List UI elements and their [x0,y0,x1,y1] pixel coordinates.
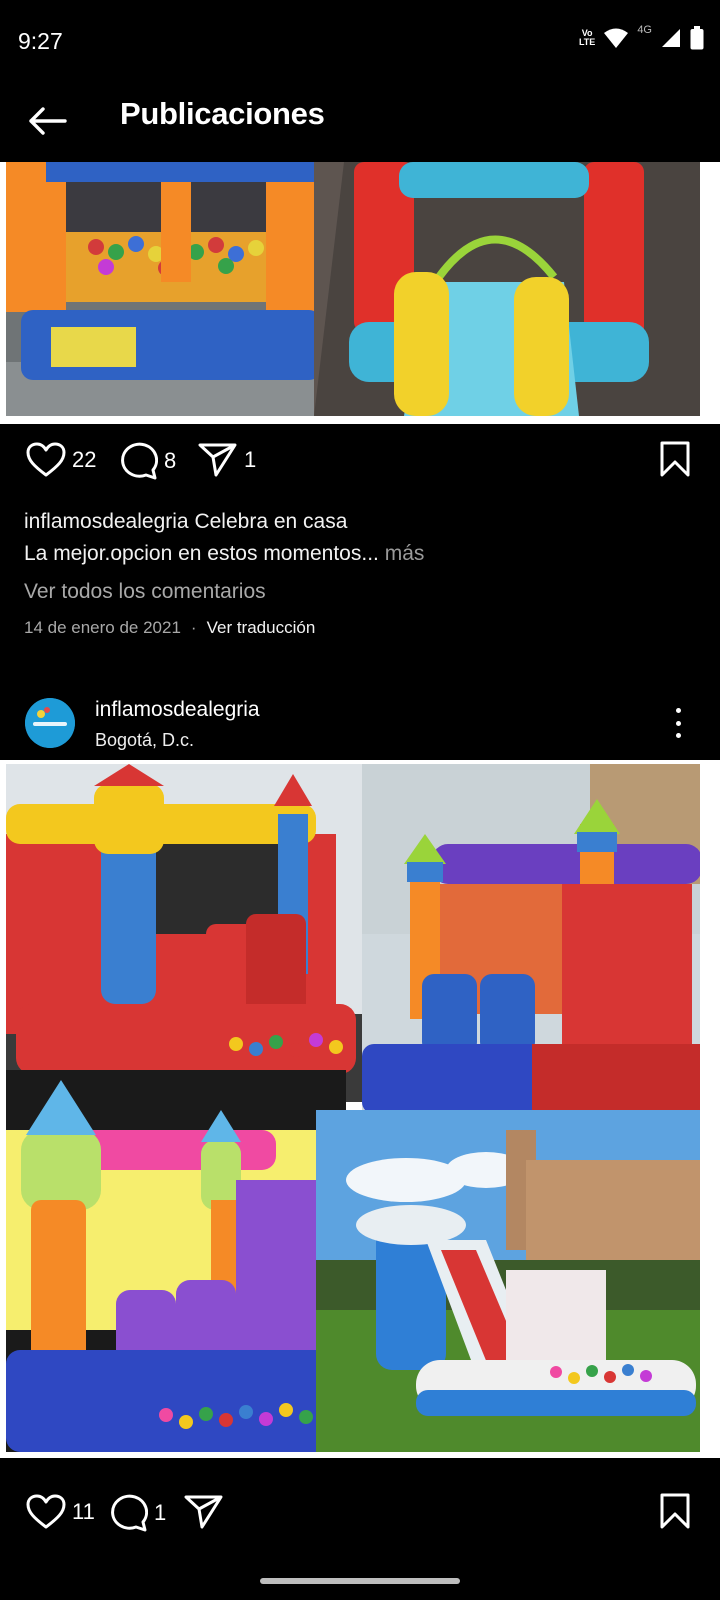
post-meta: 14 de enero de 2021 · Ver traducción [24,618,315,638]
view-all-comments-link[interactable]: Ver todos los comentarios [24,580,266,604]
like-button[interactable]: 11 [26,1494,95,1530]
comment-button[interactable]: 8 [118,442,176,480]
heart-icon [26,1494,66,1529]
meta-separator: · [190,618,197,637]
photo-tile [316,1110,700,1452]
page-title: Publicaciones [120,96,325,131]
translate-link[interactable]: Ver traducción [207,618,316,638]
comment-bubble-icon [121,442,158,480]
post-image[interactable] [0,760,720,1458]
bookmark-icon [660,441,690,477]
caption-username[interactable]: inflamosdealegria [24,510,189,533]
like-button[interactable]: 22 [26,442,96,478]
home-indicator[interactable] [260,1578,460,1584]
post-action-bar: 11 1 [0,1492,720,1568]
wifi-icon [604,28,629,48]
photo-tile [6,1070,346,1452]
post-caption: inflamosdealegria Celebra en casa [24,510,347,534]
app-header: Publicaciones [0,80,720,162]
heart-icon [26,442,66,477]
post-header: inflamosdealegria Bogotá, D.c. [0,690,720,760]
battery-icon [690,26,704,50]
share-button[interactable]: 1 [198,442,256,478]
caption-text: Celebra en casa [194,510,348,533]
back-button[interactable] [24,98,70,144]
photo-tile [362,764,700,1146]
arrow-left-icon [29,107,67,135]
comment-bubble-icon [111,1494,148,1532]
share-count: 1 [244,447,257,472]
comment-button[interactable]: 1 [108,1494,166,1532]
comment-count: 8 [164,448,177,473]
photo-tile [6,162,338,416]
send-icon [184,1495,223,1529]
kebab-dot [675,720,681,726]
post-action-bar: 22 8 1 [0,430,720,504]
more-options-button[interactable] [670,708,686,738]
kebab-dot [675,733,681,738]
caption-line: La mejor.opcion en estos momentos... [24,542,379,565]
post-username[interactable]: inflamosdealegria [95,698,260,722]
comment-count: 1 [154,1500,167,1525]
like-count: 11 [72,1499,95,1524]
save-button[interactable] [658,1492,692,1530]
post-image[interactable] [0,162,720,424]
status-time: 9:27 [18,28,63,54]
bookmark-icon [660,1493,690,1529]
photo-tile [314,162,700,416]
signal-icon [662,29,680,47]
send-icon [198,443,237,477]
more-link[interactable]: más [385,542,425,565]
save-button[interactable] [658,440,692,478]
network-type-label: 4G [637,24,652,36]
share-button[interactable] [184,1494,224,1530]
photo-tile [6,764,398,1102]
status-bar: 9:27 Vo LTE 4G [0,0,720,80]
status-icons: Vo LTE 4G [578,24,704,50]
caption-continued: La mejor.opcion en estos momentos... más [24,542,424,566]
kebab-dot [675,708,681,713]
post-date: 14 de enero de 2021 [24,618,181,637]
volte-icon: Vo LTE [578,28,596,47]
avatar[interactable] [25,698,75,748]
post-location[interactable]: Bogotá, D.c. [95,730,194,751]
like-count: 22 [72,447,97,472]
